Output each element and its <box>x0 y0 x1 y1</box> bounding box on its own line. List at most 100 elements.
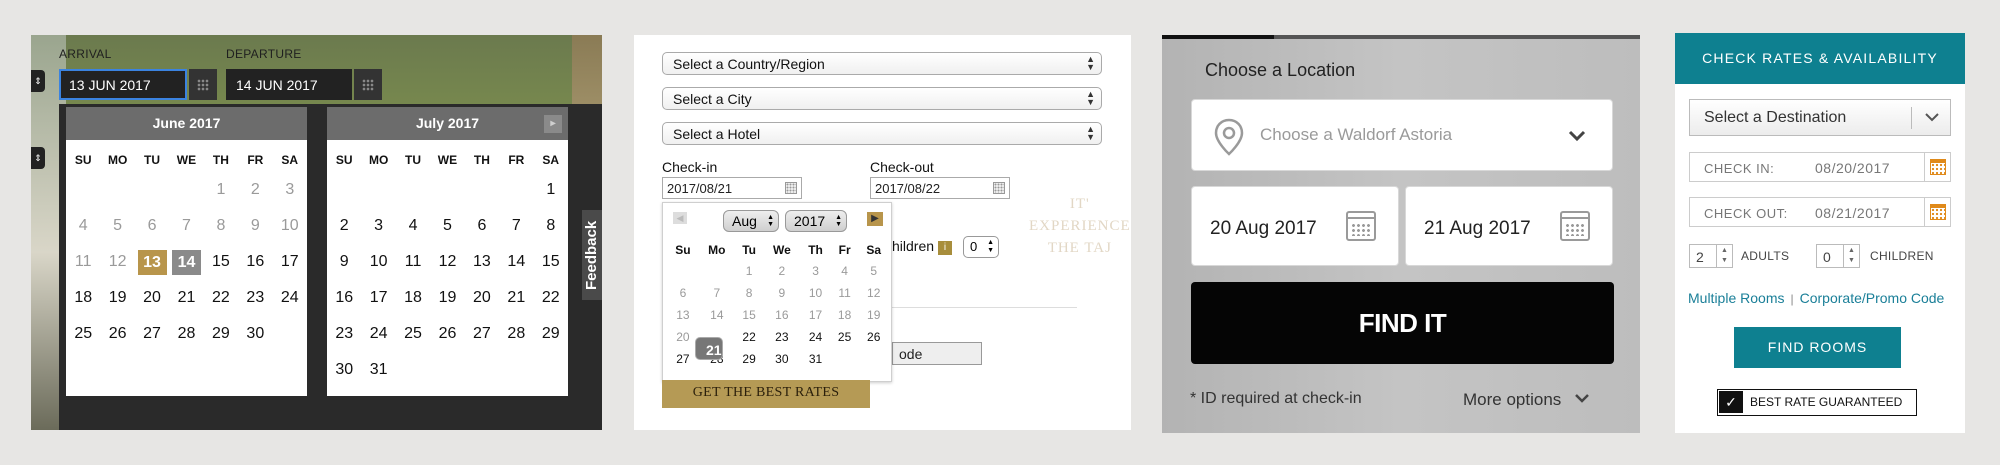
calendar-day[interactable]: 8 <box>735 282 764 304</box>
checkin-calendar-button[interactable] <box>1925 152 1951 182</box>
calendar-day[interactable]: 11 <box>66 244 100 280</box>
calendar-day[interactable]: 6 <box>135 208 169 244</box>
calendar-day[interactable]: 13 <box>135 244 169 280</box>
calendar-day[interactable]: 10 <box>800 282 830 304</box>
calendar-day[interactable]: 4 <box>831 260 859 282</box>
calendar-day[interactable]: 13 <box>667 304 699 326</box>
feedback-tab[interactable]: Feedback <box>582 210 602 300</box>
calendar-day[interactable]: 13 <box>465 244 499 280</box>
calendar-day[interactable]: 26 <box>430 316 464 352</box>
next-month-icon[interactable]: ▶ <box>867 212 883 226</box>
calendar-day[interactable]: 8 <box>204 208 238 244</box>
calendar-day[interactable]: 18 <box>831 304 859 326</box>
calendar-day[interactable]: 12 <box>430 244 464 280</box>
location-select[interactable]: Choose a Waldorf Astoria <box>1191 99 1613 171</box>
departure-date-input[interactable]: 14 JUN 2017 <box>226 69 352 100</box>
calendar-day[interactable]: 21 <box>169 280 203 316</box>
calendar-day[interactable]: 17 <box>273 244 307 280</box>
next-month-button[interactable]: ▸ <box>544 115 562 133</box>
calendar-day[interactable]: 12 <box>858 282 889 304</box>
calendar-day[interactable]: 25 <box>66 316 100 352</box>
month-select[interactable]: Aug ▲ ▼ <box>723 210 779 232</box>
stepper-arrows-icon[interactable]: ▲ ▼ <box>1843 245 1859 267</box>
multiple-rooms-link[interactable]: Multiple Rooms <box>1688 290 1784 306</box>
promo-code-link[interactable]: Corporate/Promo Code <box>1800 290 1945 306</box>
calendar-day[interactable]: 4 <box>396 208 430 244</box>
calendar-day[interactable]: 1 <box>204 172 238 208</box>
calendar-day[interactable]: 3 <box>361 208 395 244</box>
calendar-day[interactable]: 4 <box>66 208 100 244</box>
calendar-day[interactable]: 14 <box>699 304 735 326</box>
departure-calendar-button[interactable] <box>354 69 382 100</box>
children-select[interactable]: 0 ▲ ▼ <box>963 236 999 258</box>
calendar-day[interactable]: 26 <box>858 326 889 348</box>
calendar-day[interactable]: 21 <box>695 326 735 360</box>
selected-departure-day[interactable]: 14 <box>171 249 201 275</box>
calendar-day[interactable]: 16 <box>238 244 272 280</box>
calendar-day[interactable]: 19 <box>430 280 464 316</box>
hotel-select[interactable]: Select a Hotel ▲ ▼ <box>662 122 1102 145</box>
calendar-day[interactable]: 30 <box>238 316 272 352</box>
calendar-day[interactable]: 10 <box>361 244 395 280</box>
calendar-day[interactable]: 23 <box>327 316 361 352</box>
calendar-day[interactable]: 14 <box>169 244 203 280</box>
calendar-day[interactable]: 19 <box>858 304 889 326</box>
side-toggle-icon[interactable]: ⇕ <box>31 70 45 92</box>
calendar-day[interactable]: 27 <box>465 316 499 352</box>
calendar-day[interactable]: 23 <box>238 280 272 316</box>
calendar-day[interactable]: 24 <box>361 316 395 352</box>
calendar-day[interactable]: 15 <box>534 244 568 280</box>
selected-day[interactable]: 21 <box>695 337 723 360</box>
calendar-day[interactable]: 5 <box>100 208 134 244</box>
checkout-field[interactable]: CHECK OUT: 08/21/2017 <box>1689 197 1925 227</box>
calendar-day[interactable]: 9 <box>327 244 361 280</box>
destination-select[interactable]: Select a Destination <box>1689 99 1951 136</box>
calendar-day[interactable]: 17 <box>800 304 830 326</box>
calendar-day[interactable]: 11 <box>396 244 430 280</box>
calendar-day[interactable]: 18 <box>396 280 430 316</box>
calendar-day[interactable]: 29 <box>204 316 238 352</box>
calendar-day[interactable]: 3 <box>273 172 307 208</box>
checkout-calendar-button[interactable] <box>1925 197 1951 227</box>
calendar-day[interactable]: 28 <box>499 316 533 352</box>
calendar-icon[interactable] <box>785 182 797 194</box>
calendar-day[interactable]: 22 <box>534 280 568 316</box>
calendar-day[interactable]: 31 <box>361 352 395 388</box>
calendar-day[interactable]: 1 <box>735 260 764 282</box>
calendar-day[interactable]: 7 <box>499 208 533 244</box>
get-best-rates-button[interactable]: GET THE BEST RATES <box>662 380 870 408</box>
calendar-day[interactable]: 20 <box>465 280 499 316</box>
more-options-toggle[interactable]: More options <box>1463 390 1590 410</box>
calendar-day[interactable]: 23 <box>763 326 800 348</box>
calendar-day[interactable]: 16 <box>763 304 800 326</box>
calendar-day[interactable]: 6 <box>667 282 699 304</box>
calendar-day[interactable]: 24 <box>273 280 307 316</box>
checkin-input[interactable]: 2017/08/21 <box>662 177 802 199</box>
calendar-day[interactable]: 30 <box>327 352 361 388</box>
calendar-day[interactable]: 5 <box>430 208 464 244</box>
calendar-day[interactable]: 17 <box>361 280 395 316</box>
calendar-day[interactable]: 10 <box>273 208 307 244</box>
calendar-day[interactable]: 18 <box>66 280 100 316</box>
calendar-day[interactable]: 6 <box>465 208 499 244</box>
calendar-day[interactable]: 15 <box>204 244 238 280</box>
calendar-day[interactable]: 25 <box>396 316 430 352</box>
prev-month-icon[interactable]: ◀ <box>673 212 687 224</box>
arrival-calendar-button[interactable] <box>189 69 217 100</box>
calendar-day[interactable]: 29 <box>735 348 764 370</box>
calendar-day[interactable]: 28 <box>169 316 203 352</box>
arrival-date-field[interactable]: 20 Aug 2017 <box>1191 186 1399 266</box>
promo-code-input[interactable]: ode <box>892 342 982 365</box>
calendar-day[interactable]: 5 <box>858 260 889 282</box>
calendar-icon[interactable] <box>993 182 1005 194</box>
departure-date-field[interactable]: 21 Aug 2017 <box>1405 186 1613 266</box>
calendar-day[interactable]: 29 <box>534 316 568 352</box>
calendar-day[interactable]: 16 <box>327 280 361 316</box>
calendar-day[interactable]: 2 <box>763 260 800 282</box>
calendar-day[interactable]: 11 <box>831 282 859 304</box>
arrival-date-input[interactable]: 13 JUN 2017 <box>59 69 187 100</box>
country-select[interactable]: Select a Country/Region ▲ ▼ <box>662 52 1102 75</box>
calendar-day[interactable]: 14 <box>499 244 533 280</box>
calendar-day[interactable]: 19 <box>100 280 134 316</box>
calendar-day[interactable]: 9 <box>763 282 800 304</box>
